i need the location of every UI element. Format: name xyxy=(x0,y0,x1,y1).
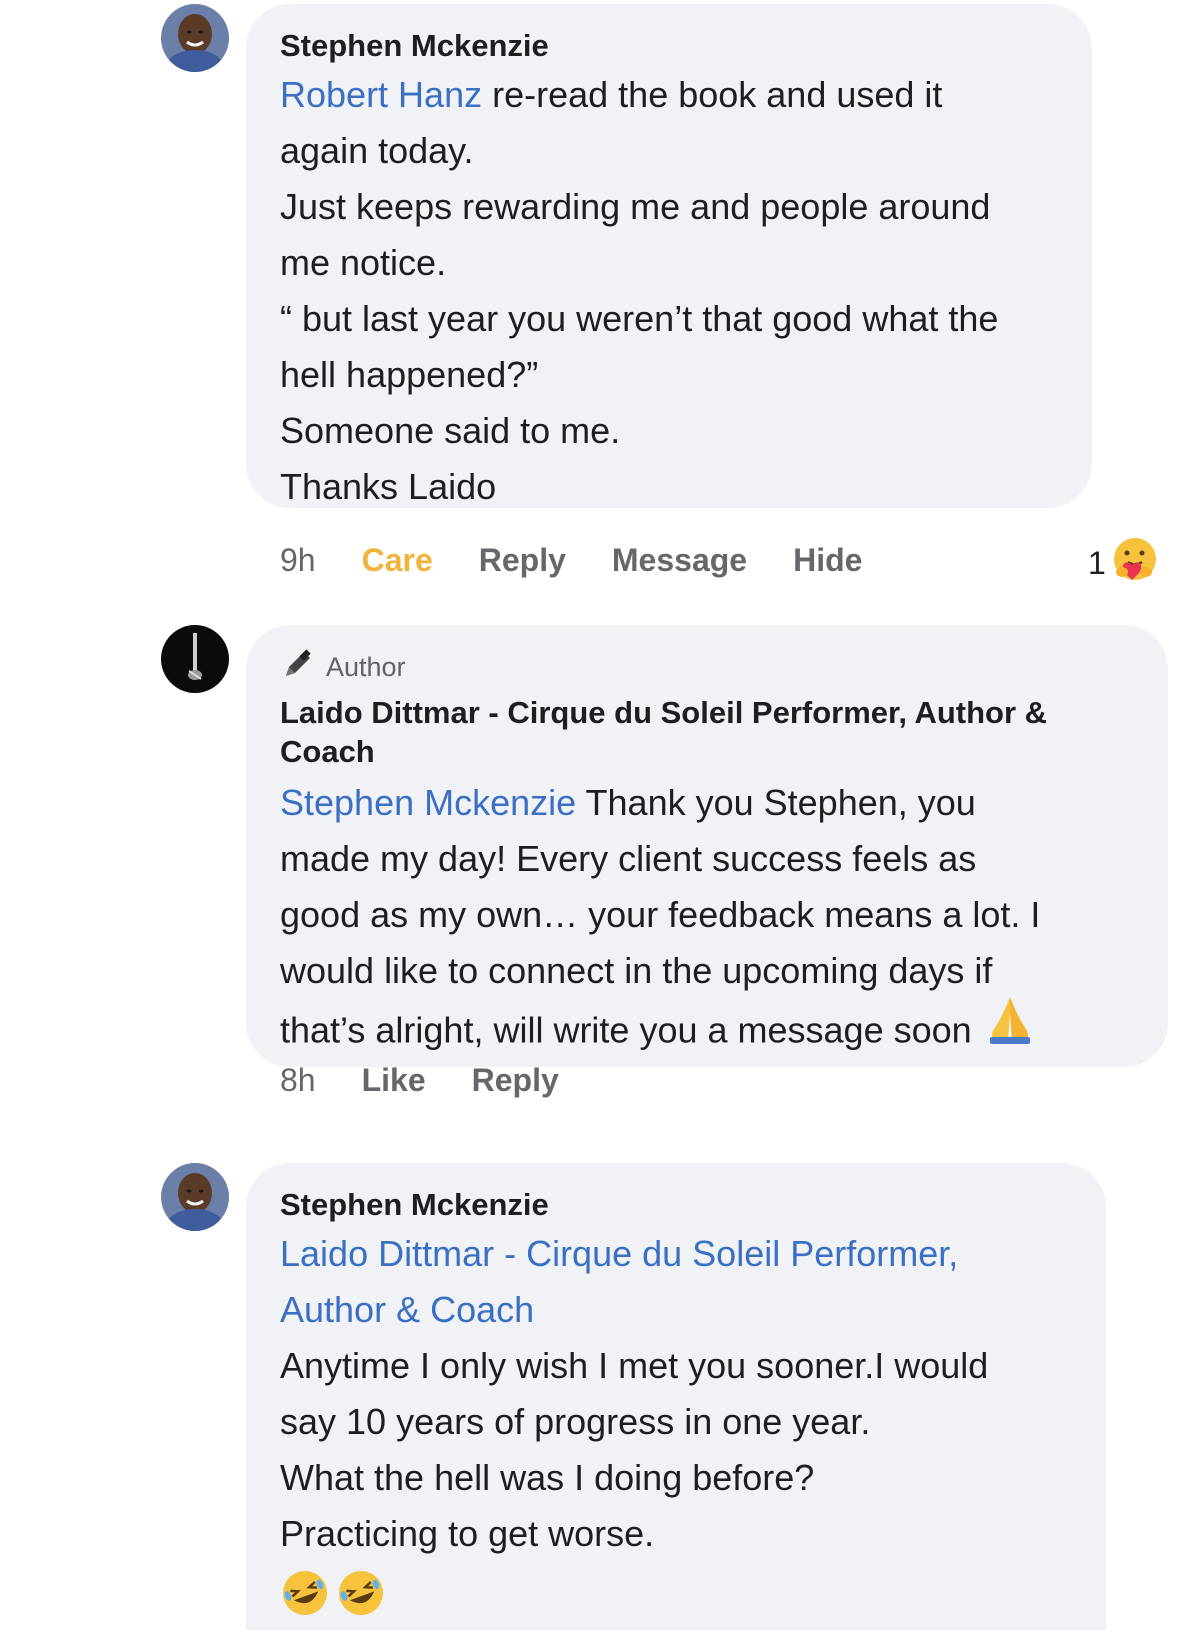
author-badge: Author xyxy=(280,647,1134,687)
comment-text: What the hell was I doing before? xyxy=(280,1457,815,1498)
like-button[interactable]: Like xyxy=(362,1062,426,1099)
comment-text: would like to connect in the upcoming da… xyxy=(280,950,993,991)
pencil-icon xyxy=(280,646,326,689)
mention-link[interactable]: Laido Dittmar - Cirque du Soleil Perform… xyxy=(280,1226,1072,1282)
comment-text: made my day! Every client success feels … xyxy=(280,838,977,879)
reply-button[interactable]: Reply xyxy=(472,1062,559,1099)
avatar[interactable] xyxy=(161,1163,229,1231)
comment-text: again today. xyxy=(280,130,474,171)
comment-bubble: Author Laido Dittmar - Cirque du Soleil … xyxy=(246,625,1168,1067)
message-button[interactable]: Message xyxy=(612,542,747,579)
avatar[interactable] xyxy=(161,625,229,693)
comment-text: say 10 years of progress in one year. xyxy=(280,1401,871,1442)
rolling-laughing-icon xyxy=(336,1568,386,1623)
folded-hands-icon xyxy=(984,993,1036,1061)
comment-author[interactable]: Stephen Mckenzie xyxy=(280,1185,1072,1224)
reaction-count: 1 xyxy=(1088,544,1106,581)
comment-text: that’s alright, will write you a message… xyxy=(280,1009,972,1051)
comment-author[interactable]: Stephen Mckenzie xyxy=(280,26,1058,65)
mention-link[interactable]: Robert Hanz xyxy=(280,74,482,115)
mention-link[interactable]: Stephen Mckenzie xyxy=(280,782,576,823)
comment-text: me notice. xyxy=(280,242,447,283)
author-badge-label: Author xyxy=(326,651,406,682)
comment-text: hell happened?” xyxy=(280,354,539,395)
comment-actions: 9h Care Reply Message Hide xyxy=(280,540,862,580)
comment-text: Thanks Laido xyxy=(280,466,497,507)
care-button[interactable]: Care xyxy=(362,542,433,579)
comment-text: good as my own… your feedback means a lo… xyxy=(280,894,1041,935)
timestamp[interactable]: 9h xyxy=(280,542,316,579)
hide-button[interactable]: Hide xyxy=(793,542,862,579)
mention-link-continued[interactable]: Author & Coach xyxy=(280,1282,1072,1338)
care-emoji-icon xyxy=(1112,536,1158,590)
comment-text: Practicing to get worse. xyxy=(280,1513,655,1554)
comment-text: Someone said to me. xyxy=(280,410,621,451)
comment-text: Just keeps rewarding me and people aroun… xyxy=(280,186,991,227)
comment-actions: 8h Like Reply xyxy=(280,1060,559,1100)
comment-text: re-read the book and used it xyxy=(482,74,943,115)
comment-author-continued[interactable]: Coach xyxy=(280,732,1134,771)
timestamp[interactable]: 8h xyxy=(280,1062,316,1099)
comment-text: Thank you Stephen, you xyxy=(576,782,976,823)
comment-bubble: Stephen Mckenzie Laido Dittmar - Cirque … xyxy=(246,1163,1106,1630)
rolling-laughing-icon xyxy=(280,1568,330,1623)
reply-button[interactable]: Reply xyxy=(479,542,566,579)
comment-author[interactable]: Laido Dittmar - Cirque du Soleil Perform… xyxy=(280,693,1134,732)
reaction-summary[interactable]: 1 xyxy=(1088,536,1158,590)
avatar[interactable] xyxy=(161,4,229,72)
comment-bubble: Stephen Mckenzie Robert Hanz re-read the… xyxy=(246,4,1092,508)
comment-text: “ but last year you weren’t that good wh… xyxy=(280,298,999,339)
comment-text: Anytime I only wish I met you sooner.I w… xyxy=(280,1345,989,1386)
